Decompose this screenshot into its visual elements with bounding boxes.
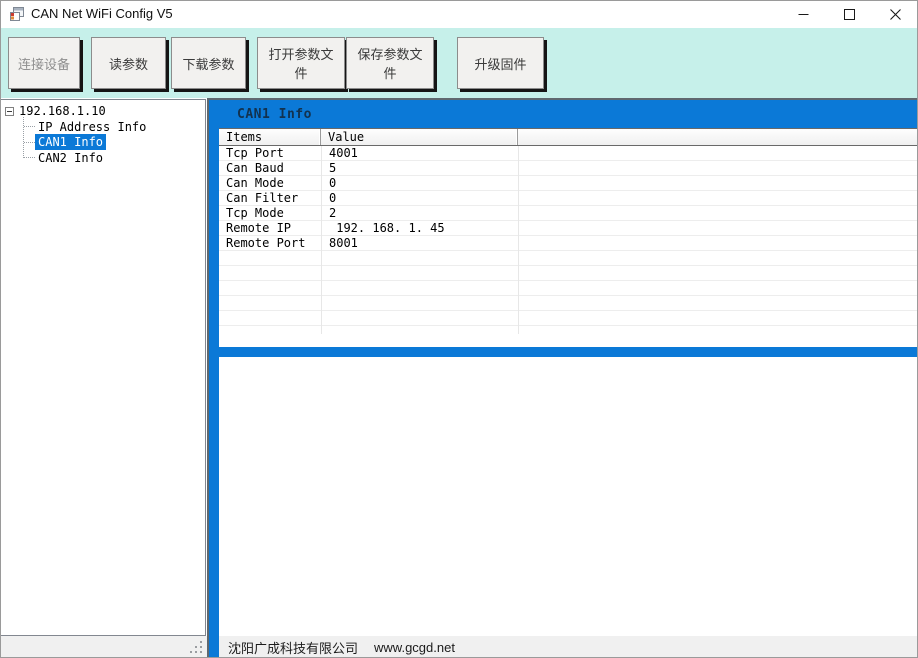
column-header-value[interactable]: Value — [321, 129, 518, 145]
column-header-blank[interactable] — [518, 129, 918, 145]
table-row[interactable]: Can Filter 0 — [219, 191, 918, 206]
table-row[interactable]: Remote IP 192. 168. 1. 45 — [219, 221, 918, 236]
item-name: Remote IP — [226, 221, 292, 235]
section-title: CAN1 Info — [237, 107, 312, 122]
tree-node-can2-info[interactable]: CAN2 Info — [35, 150, 106, 166]
status-bar: 沈阳广成科技有限公司 www.gcgd.net — [219, 636, 918, 658]
item-name: Can Baud — [226, 161, 284, 175]
save-param-file-button[interactable]: 保存参数文件 — [346, 37, 434, 89]
table-body: Tcp Port 4001 Can Baud 5 Can Mode 0 Can … — [219, 146, 918, 340]
table-row[interactable]: Can Baud 5 — [219, 161, 918, 176]
application-window: CAN Net WiFi Config V5 连接设备 读参数 下载参数 打开参… — [0, 0, 918, 658]
connect-device-button[interactable]: 连接设备 — [8, 37, 80, 89]
toolbar: 连接设备 读参数 下载参数 打开参数文件 保存参数文件 升级固件 GCAN-21… — [0, 28, 918, 213]
tree-node-device-ip[interactable]: 192.168.1.10 — [16, 103, 109, 119]
item-name: Can Mode — [226, 176, 284, 190]
item-value: 5 — [329, 161, 337, 175]
item-value: 192. 168. 1. 45 — [329, 221, 445, 235]
table-row[interactable]: Tcp Mode 2 — [219, 206, 918, 221]
tree-connector-stub — [24, 126, 35, 127]
parameters-table: Items Value Tcp Port 4001 Can Baud 5 Can… — [219, 128, 918, 341]
tree-node-ip-address-info[interactable]: IP Address Info — [35, 119, 149, 135]
item-name: Can Filter — [226, 191, 299, 205]
main-panel: CAN1 Info Items Value Tcp Port 4001 Can … — [207, 98, 918, 658]
company-name: 沈阳广成科技有限公司 — [228, 640, 359, 656]
tree-connector-line — [23, 117, 24, 158]
item-name: Tcp Port — [226, 146, 284, 160]
device-tree: 192.168.1.10 IP Address Info CAN1 Info C… — [0, 99, 206, 636]
panel-spacer — [219, 340, 918, 347]
app-window-icon — [9, 6, 25, 22]
tree-connector-stub — [24, 157, 35, 158]
tree-connector-stub — [24, 142, 35, 143]
item-value: 4001 — [329, 146, 358, 160]
item-name: Remote Port — [226, 236, 306, 250]
item-name: Tcp Mode — [226, 206, 284, 220]
tree-bottom-strip — [0, 636, 207, 658]
resize-grip-icon[interactable] — [188, 639, 204, 655]
item-value: 0 — [329, 176, 337, 190]
read-params-button[interactable]: 读参数 — [91, 37, 166, 89]
website-url: www.gcgd.net — [374, 639, 455, 655]
lower-empty-panel — [219, 357, 918, 636]
minimize-button[interactable] — [780, 0, 826, 29]
close-button[interactable] — [872, 0, 918, 29]
tree-node-can1-info[interactable]: CAN1 Info — [35, 134, 107, 150]
item-value: 2 — [329, 206, 337, 220]
table-header-row: Items Value — [219, 128, 918, 146]
table-row[interactable]: Can Mode 0 — [219, 176, 918, 191]
column-header-items[interactable]: Items — [219, 129, 321, 145]
table-row[interactable]: Tcp Port 4001 — [219, 146, 918, 161]
upgrade-firmware-button[interactable]: 升级固件 — [457, 37, 544, 89]
item-value: 0 — [329, 191, 337, 205]
maximize-button[interactable] — [826, 0, 872, 29]
window-title: CAN Net WiFi Config V5 — [31, 6, 173, 21]
collapse-icon[interactable] — [5, 107, 14, 116]
download-params-button[interactable]: 下载参数 — [171, 37, 246, 89]
table-row[interactable]: Remote Port 8001 — [219, 236, 918, 251]
title-bar: CAN Net WiFi Config V5 — [0, 0, 918, 28]
item-value: 8001 — [329, 236, 358, 250]
open-param-file-button[interactable]: 打开参数文件 — [257, 37, 345, 89]
